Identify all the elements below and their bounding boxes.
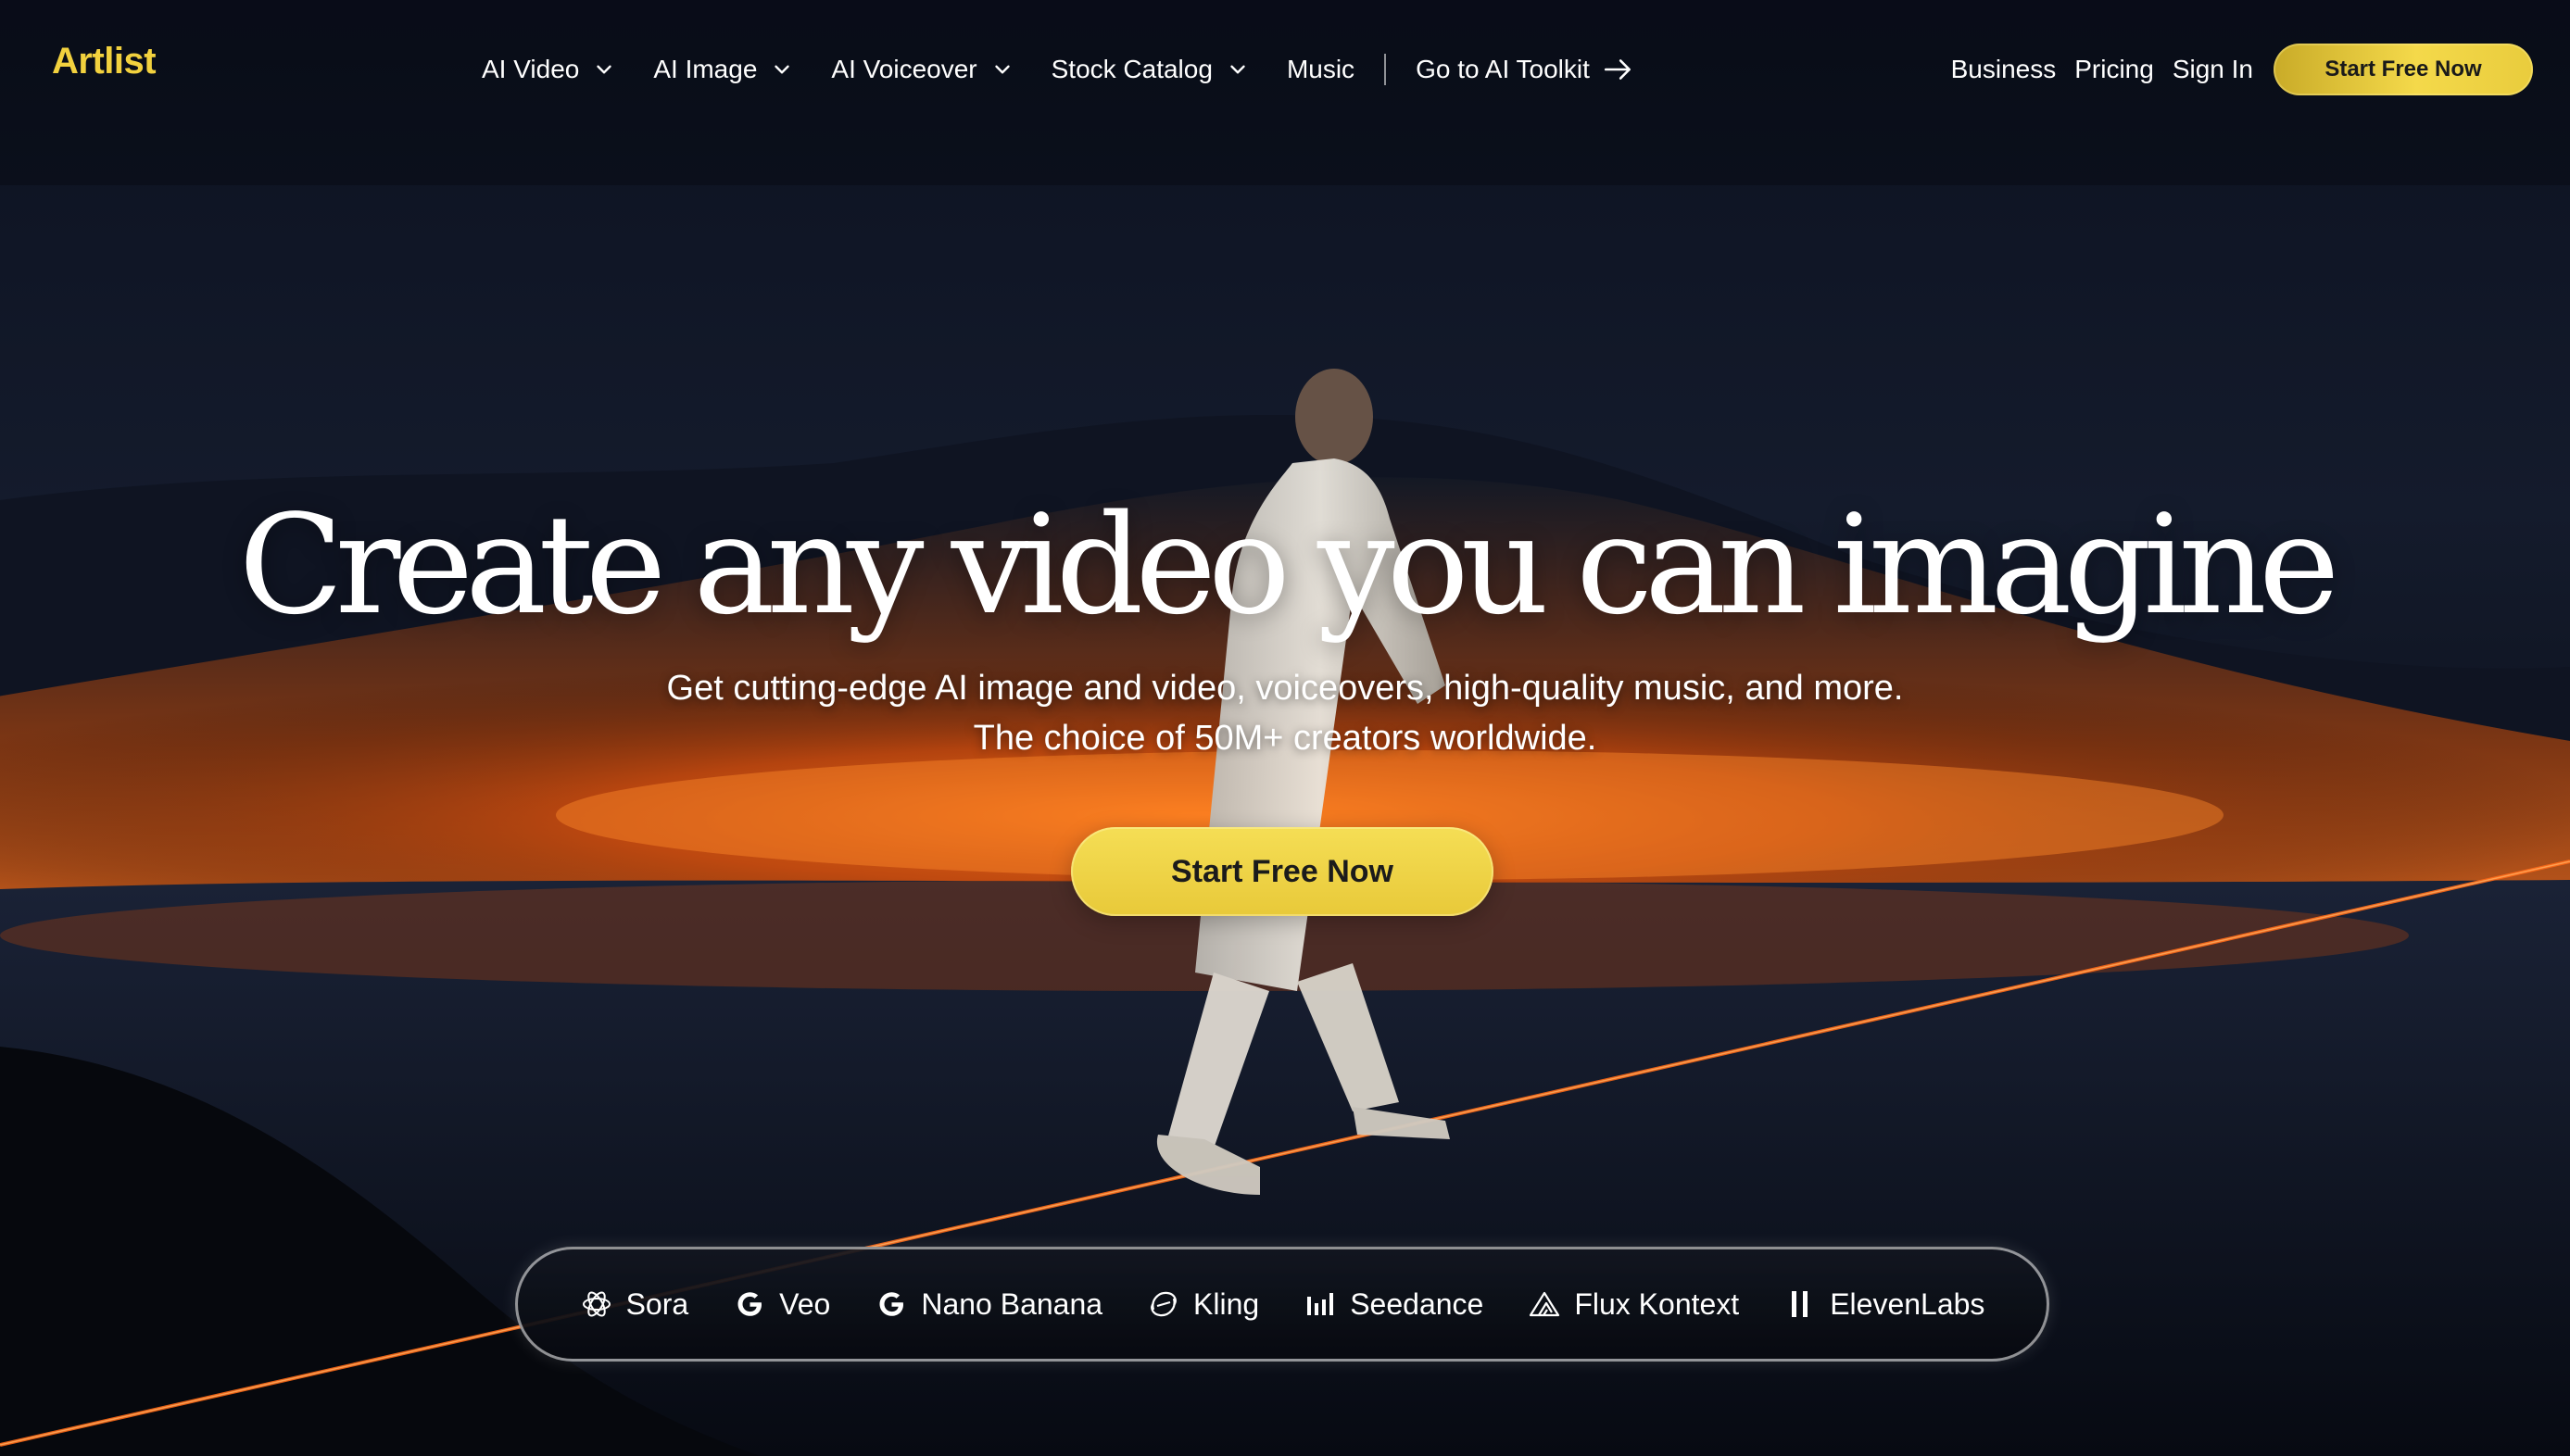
nav-divider	[1384, 54, 1387, 85]
nav-go-to-ai-toolkit[interactable]: Go to AI Toolkit	[1416, 55, 1634, 84]
model-seedance[interactable]: Seedance	[1304, 1287, 1483, 1322]
flux-triangle-icon	[1530, 1291, 1560, 1317]
ai-models-bar: Sora Veo Nano Banana Kling Seedance Flux…	[515, 1247, 2049, 1362]
hero-subtitle-line-2: The choice of 50M+ creators worldwide.	[973, 719, 1597, 758]
kling-icon	[1151, 1291, 1177, 1317]
model-seedance-label: Seedance	[1350, 1287, 1484, 1321]
model-flux-kontext[interactable]: Flux Kontext	[1528, 1287, 1739, 1322]
nav-stock-catalog[interactable]: Stock Catalog	[1052, 55, 1250, 84]
top-navigation: Artlist AI Video AI Image AI Voiceover S…	[0, 0, 2570, 139]
model-elevenlabs-label: ElevenLabs	[1830, 1287, 1985, 1321]
business-link[interactable]: Business	[1951, 55, 2057, 84]
google-g-icon	[737, 1292, 762, 1316]
nav-music-label: Music	[1286, 55, 1355, 83]
start-free-now-hero-button[interactable]: Start Free Now	[1071, 827, 1493, 916]
nav-ai-image[interactable]: AI Image	[653, 55, 794, 84]
model-nano-banana[interactable]: Nano Banana	[875, 1287, 1102, 1322]
nav-ai-video-label: AI Video	[482, 55, 580, 83]
hero-title: Create any video you can imagine	[238, 485, 2339, 645]
nav-ai-video[interactable]: AI Video	[482, 55, 616, 84]
model-elevenlabs[interactable]: ElevenLabs	[1783, 1287, 1984, 1322]
nav-ai-image-label: AI Image	[653, 55, 758, 83]
main-menu: AI Video AI Image AI Voiceover Stock Cat…	[482, 48, 1671, 91]
chevron-down-icon	[1230, 65, 1245, 74]
model-kling-label: Kling	[1193, 1287, 1260, 1321]
model-veo[interactable]: Veo	[733, 1287, 830, 1322]
model-nano-banana-label: Nano Banana	[921, 1287, 1103, 1321]
model-flux-kontext-label: Flux Kontext	[1574, 1287, 1740, 1321]
artlist-logo[interactable]: Artlist	[52, 41, 157, 82]
seedance-bars-icon	[1307, 1293, 1334, 1315]
model-sora[interactable]: Sora	[580, 1287, 689, 1322]
page: Artlist AI Video AI Image AI Voiceover S…	[0, 0, 2570, 1456]
nav-stock-catalog-label: Stock Catalog	[1051, 55, 1213, 83]
nav-ai-voiceover-label: AI Voiceover	[831, 55, 977, 83]
start-free-now-nav-button[interactable]: Start Free Now	[2274, 44, 2533, 95]
hero-subtitle-line-1: Get cutting-edge AI image and video, voi…	[666, 669, 1904, 708]
nav-music[interactable]: Music	[1287, 55, 1354, 84]
chevron-down-icon	[775, 65, 790, 74]
elevenlabs-icon	[1792, 1291, 1808, 1317]
openai-icon	[582, 1291, 611, 1317]
google-g-icon	[879, 1292, 904, 1316]
arrow-right-icon	[1604, 59, 1631, 80]
sign-in-link[interactable]: Sign In	[2173, 55, 2253, 84]
chevron-down-icon	[994, 65, 1010, 74]
nav-ai-voiceover[interactable]: AI Voiceover	[831, 55, 1014, 84]
right-navigation: Business Pricing Sign In Start Free Now	[1951, 43, 2533, 96]
model-sora-label: Sora	[625, 1287, 689, 1321]
model-veo-label: Veo	[779, 1287, 831, 1321]
chevron-down-icon	[597, 65, 612, 74]
model-kling[interactable]: Kling	[1147, 1287, 1259, 1322]
nav-toolkit-label: Go to AI Toolkit	[1416, 55, 1590, 83]
hero-subtitle: Get cutting-edge AI image and video, voi…	[0, 663, 2570, 763]
pricing-link[interactable]: Pricing	[2074, 55, 2154, 84]
